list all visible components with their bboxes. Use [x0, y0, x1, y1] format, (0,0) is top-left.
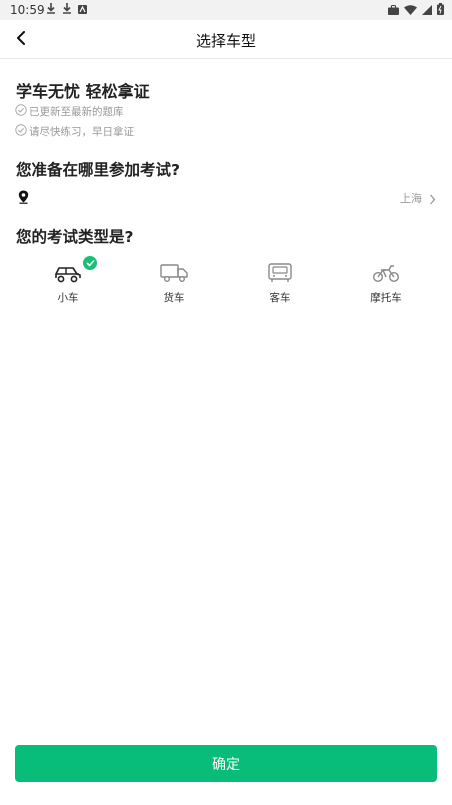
slogan-heading: 学车无忧 轻松拿证: [16, 82, 150, 101]
location-selector[interactable]: 上海: [16, 186, 436, 208]
vehicle-option-truck[interactable]: 货车: [121, 258, 227, 308]
selected-check-icon: [83, 256, 97, 270]
tip-item: 已更新至最新的题库: [15, 104, 124, 119]
vehicle-option-car[interactable]: 小车: [15, 256, 121, 308]
tip-text: 请尽快练习，早日拿证: [29, 126, 134, 138]
battery-icon: [437, 3, 444, 18]
tip-text: 已更新至最新的题库: [29, 106, 124, 118]
exam-type-question: 您的考试类型是?: [16, 228, 134, 246]
download-icon: [46, 3, 56, 17]
wifi-icon: [404, 4, 417, 18]
vehicle-label: 小车: [57, 292, 79, 304]
vehicle-label: 货车: [163, 292, 185, 304]
status-bar: 10:59: [0, 0, 452, 20]
truck-icon: [158, 261, 190, 285]
page-title: 选择车型: [195, 32, 256, 50]
tip-item: 请尽快练习，早日拿证: [15, 124, 134, 139]
check-circle-icon: [15, 124, 29, 139]
briefcase-icon: [388, 4, 399, 18]
vehicle-label: 客车: [269, 292, 291, 304]
selected-city: 上海: [400, 192, 422, 205]
signal-icon: [422, 4, 432, 18]
location-pin-icon: [18, 189, 29, 208]
app-notification-icon: [78, 3, 87, 17]
download-icon: [62, 3, 72, 17]
vehicle-option-motorcycle[interactable]: 摩托车: [333, 258, 439, 308]
confirm-button[interactable]: 确定: [15, 745, 437, 782]
bus-icon: [264, 261, 296, 285]
vehicle-label: 摩托车: [370, 292, 402, 304]
location-question: 您准备在哪里参加考试?: [16, 161, 180, 179]
vehicle-option-bus[interactable]: 客车: [227, 258, 333, 308]
motorcycle-icon: [370, 261, 402, 285]
check-circle-icon: [15, 104, 29, 119]
vehicle-type-list: 小车 货车 客车 摩托车: [15, 256, 439, 308]
car-icon: [52, 261, 84, 285]
status-time: 10:59: [10, 3, 45, 17]
chevron-right-icon: [429, 190, 436, 209]
nav-bar: 选择车型: [0, 20, 452, 59]
